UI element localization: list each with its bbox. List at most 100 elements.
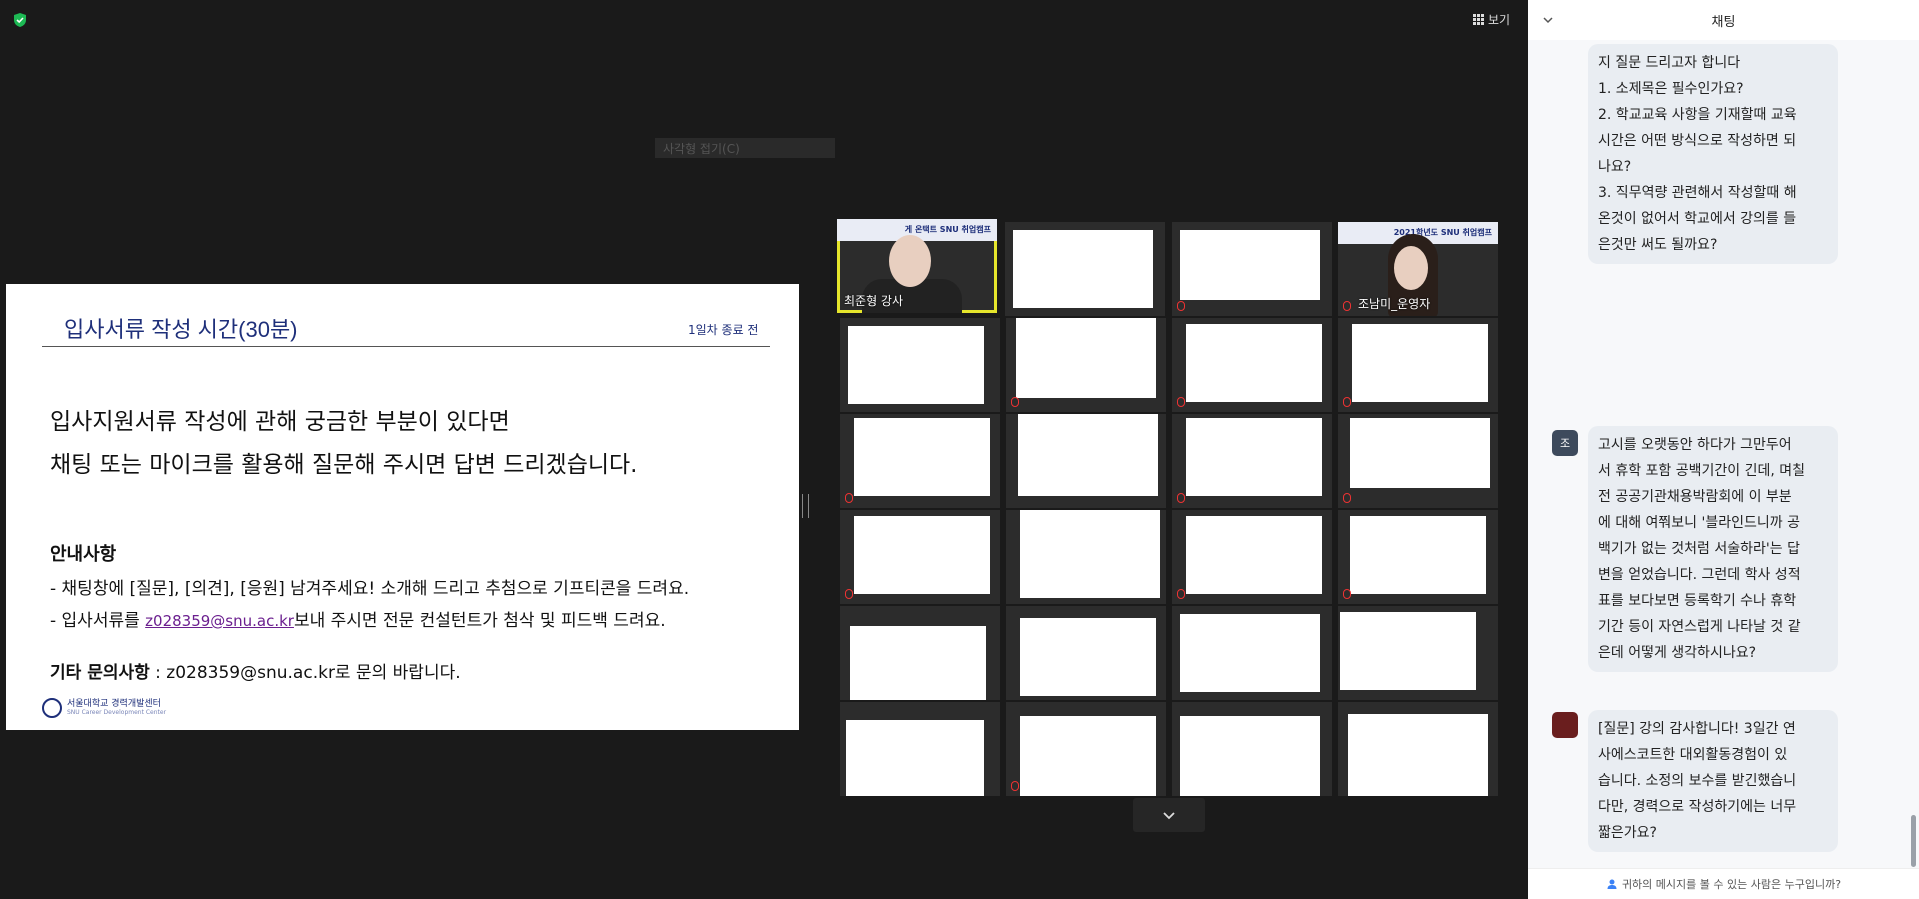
redacted-video (1180, 230, 1320, 300)
video-tile[interactable] (1172, 702, 1332, 796)
redacted-video (846, 720, 984, 796)
muted-mic-icon (1343, 301, 1351, 311)
message-line: 3. 직무역량 관련해서 작성할때 해 (1598, 185, 1797, 201)
muted-mic-icon (1177, 301, 1185, 311)
meeting-area: 보기 사각형 접기(C) 입사서류 작성 시간(30분) 1일차 종료 전 입사… (0, 0, 1528, 898)
video-tile[interactable] (840, 510, 1000, 604)
muted-mic-icon (1177, 493, 1185, 503)
collapse-thumbnail-bar[interactable]: 사각형 접기(C) (655, 138, 835, 158)
video-tile[interactable] (1172, 318, 1332, 412)
chat-message: [질문] 강의 감사합니다! 3일간 연 사에스코트한 대외활동경험이 있 습니… (1588, 710, 1838, 852)
chat-panel: 채팅 지 질문 드리고자 합니다 1. 소제목은 필수인가요? 2. 학교교육 … (1528, 0, 1919, 899)
video-tile[interactable] (840, 606, 1000, 700)
video-tile[interactable] (1006, 606, 1166, 700)
slide-divider (42, 346, 770, 347)
participant-name: 조남미_운영자 (1358, 297, 1431, 311)
redacted-video (850, 626, 986, 700)
video-tile[interactable] (1338, 318, 1498, 412)
slide-notice-2: - 입사서류를 z028359@snu.ac.kr보내 주시면 전문 컨설턴트가… (50, 606, 666, 631)
message-visibility-text: 귀하의 메시지를 볼 수 있는 사람은 누구입니까? (1621, 878, 1842, 891)
message-line: 변을 얻었습니다. 그런데 학사 성적 (1598, 567, 1801, 583)
redacted-video (1013, 230, 1153, 308)
message-visibility-link[interactable]: 귀하의 메시지를 볼 수 있는 사람은 누구입니까? (1528, 868, 1919, 899)
video-tile[interactable] (840, 414, 1000, 508)
collapse-thumbnail-label: 사각형 접기(C) (663, 141, 740, 156)
host-face (1394, 246, 1428, 290)
chat-message: 지 질문 드리고자 합니다 1. 소제목은 필수인가요? 2. 학교교육 사항을… (1588, 44, 1838, 264)
redacted-video (1020, 510, 1160, 598)
video-tile[interactable] (1338, 702, 1498, 796)
redacted-video (1340, 612, 1476, 690)
slide-notice-2-prefix: - 입사서류를 (50, 611, 146, 631)
slide-email-link[interactable]: z028359@snu.ac.kr (145, 612, 294, 630)
video-tile[interactable] (840, 702, 1000, 796)
redacted-video (848, 326, 984, 404)
next-page-button[interactable] (1133, 798, 1205, 832)
slide-etc-text: : z028359@snu.ac.kr로 문의 바랍니다. (149, 663, 461, 683)
message-line: 표를 보다보면 등록학기 수나 휴학 (1598, 593, 1797, 609)
redacted-video (1016, 318, 1156, 398)
message-line: 은데 어떻게 생각하시나요? (1598, 645, 1757, 661)
muted-mic-icon (1011, 397, 1019, 407)
redacted-video (1352, 324, 1488, 402)
video-tile-presenter[interactable]: 게 온택트 SNU 취업캠프 최준형 강사 (837, 219, 997, 313)
redacted-video (1020, 618, 1156, 696)
redacted-video (1186, 418, 1322, 496)
video-tile[interactable] (1006, 702, 1166, 796)
message-line: 나요? (1598, 159, 1632, 175)
video-tile[interactable] (1338, 510, 1498, 604)
muted-mic-icon (1343, 493, 1351, 503)
redacted-video (1350, 516, 1486, 594)
video-tile[interactable] (1172, 222, 1332, 316)
redacted-video (1348, 714, 1488, 796)
muted-mic-icon (1011, 781, 1019, 791)
logo-subtext: SNU Career Development Center (67, 709, 167, 716)
message-line: 짧은가요? (1598, 825, 1657, 841)
slide-subtag: 1일차 종료 전 (688, 323, 759, 337)
video-tile[interactable] (1006, 414, 1166, 508)
message-line: 다만, 경력으로 작성하기에는 너무 (1598, 799, 1797, 815)
camp-banner-text: 게 온택트 SNU 취업캠프 (904, 225, 991, 234)
chat-message-list[interactable]: 지 질문 드리고자 합니다 1. 소제목은 필수인가요? 2. 학교교육 사항을… (1528, 40, 1919, 868)
split-view-drag-handle[interactable] (802, 494, 809, 518)
muted-mic-icon (845, 589, 853, 599)
muted-mic-icon (1343, 397, 1351, 407)
shared-screen-slide: 입사서류 작성 시간(30분) 1일차 종료 전 입사지원서류 작성에 관해 궁… (6, 284, 799, 730)
message-line: 고시를 오랫동안 하다가 그만두어 (1598, 437, 1792, 453)
muted-mic-icon (1177, 397, 1185, 407)
redacted-video (1018, 414, 1158, 496)
logo-text: 서울대학교 경력개발센터 (67, 699, 161, 709)
chat-scrollbar[interactable] (1911, 815, 1916, 867)
message-line: 1. 소제목은 필수인가요? (1598, 81, 1744, 97)
slide-notice-2-suffix: 보내 주시면 전문 컨설턴트가 첨삭 및 피드백 드려요. (293, 611, 666, 631)
video-tile[interactable] (1172, 510, 1332, 604)
participant-name: 최준형 강사 (844, 294, 904, 308)
redacted-video (1350, 418, 1490, 488)
video-tile[interactable] (1338, 606, 1498, 700)
security-shield-icon[interactable] (12, 12, 28, 28)
video-tile[interactable] (1172, 606, 1332, 700)
video-tile[interactable] (1006, 318, 1166, 412)
chat-header: 채팅 (1528, 0, 1919, 40)
redacted-video (854, 516, 990, 594)
redacted-video (854, 418, 990, 496)
message-line: 온것이 없어서 학교에서 강의를 들 (1598, 211, 1797, 227)
redacted-video (1186, 516, 1322, 594)
video-tile[interactable] (1005, 222, 1165, 316)
avatar: 조 (1552, 430, 1578, 456)
video-tile[interactable] (1006, 510, 1166, 604)
video-tile[interactable] (1338, 414, 1498, 508)
slide-question-line1: 입사지원서류 작성에 관해 궁금한 부분이 있다면 (50, 409, 510, 435)
message-line: 백기가 없는 것처럼 서술하라'는 답 (1598, 541, 1800, 557)
redacted-video (1180, 614, 1320, 692)
view-button[interactable]: 보기 (1473, 10, 1510, 28)
presenter-face (889, 235, 931, 287)
message-line: 습니다. 소정의 보수를 받긴했습니 (1598, 773, 1797, 789)
grid-view-icon (1473, 13, 1484, 25)
slide-title: 입사서류 작성 시간(30분) (64, 317, 298, 342)
video-tile-host[interactable]: 2021학년도 SNU 취업캠프 조남미_운영자 (1338, 222, 1498, 316)
snu-logo: 서울대학교 경력개발센터 SNU Career Development Cent… (42, 698, 166, 718)
video-tile[interactable] (840, 318, 1000, 412)
chat-message: 고시를 오랫동안 하다가 그만두어 서 휴학 포함 공백기간이 긴데, 며칠 전… (1588, 426, 1838, 672)
video-tile[interactable] (1172, 414, 1332, 508)
